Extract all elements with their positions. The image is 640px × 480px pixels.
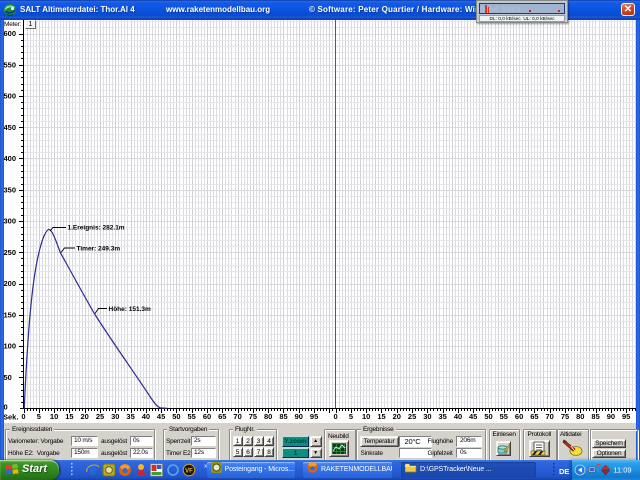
svg-text:350: 350	[4, 185, 17, 194]
svg-text:35: 35	[439, 412, 447, 421]
svg-text:15: 15	[65, 412, 73, 421]
svg-text:35: 35	[126, 412, 134, 421]
svg-text:75: 75	[561, 412, 569, 421]
svg-text:550: 550	[4, 60, 17, 69]
svg-text:40: 40	[454, 412, 462, 421]
svg-text:1.Ereignis: 282.1m: 1.Ereignis: 282.1m	[68, 225, 125, 232]
svg-text:0: 0	[4, 402, 8, 411]
svg-text:500: 500	[4, 92, 17, 101]
svg-text:70: 70	[546, 412, 554, 421]
svg-text:Höhe: 151.3m: Höhe: 151.3m	[109, 306, 151, 313]
svg-text:5: 5	[37, 412, 41, 421]
svg-text:70: 70	[233, 412, 241, 421]
svg-text:5: 5	[349, 412, 353, 421]
svg-text:75: 75	[249, 412, 257, 421]
svg-text:250: 250	[4, 248, 17, 257]
svg-text:85: 85	[279, 412, 287, 421]
svg-text:95: 95	[310, 412, 318, 421]
svg-text:600: 600	[4, 29, 17, 38]
svg-text:Timer: 249.3m: Timer: 249.3m	[77, 246, 121, 253]
svg-text:20: 20	[393, 412, 401, 421]
svg-text:90: 90	[295, 412, 303, 421]
svg-text:0: 0	[21, 412, 25, 421]
svg-text:60: 60	[515, 412, 523, 421]
svg-text:65: 65	[530, 412, 538, 421]
svg-text:50: 50	[172, 412, 180, 421]
svg-text:300: 300	[4, 217, 17, 226]
svg-text:95: 95	[622, 412, 630, 421]
svg-text:10: 10	[50, 412, 58, 421]
svg-text:60: 60	[203, 412, 211, 421]
svg-text:90: 90	[607, 412, 615, 421]
svg-text:55: 55	[500, 412, 508, 421]
svg-text:80: 80	[264, 412, 272, 421]
svg-text:25: 25	[96, 412, 104, 421]
svg-text:11:09: 11:09	[613, 466, 631, 475]
svg-text:450: 450	[4, 123, 17, 132]
svg-text:65: 65	[218, 412, 226, 421]
svg-text:100: 100	[4, 342, 17, 351]
svg-text:25: 25	[408, 412, 416, 421]
svg-text:400: 400	[4, 154, 17, 163]
svg-text:50: 50	[484, 412, 492, 421]
svg-text:Sek.: Sek.	[3, 413, 18, 422]
svg-text:30: 30	[111, 412, 119, 421]
svg-text:10: 10	[362, 412, 370, 421]
svg-text:30: 30	[423, 412, 431, 421]
svg-text:VF: VF	[185, 469, 193, 475]
svg-text:55: 55	[188, 412, 196, 421]
svg-text:15: 15	[377, 412, 385, 421]
svg-text:50: 50	[4, 373, 12, 382]
svg-text:80: 80	[576, 412, 584, 421]
svg-text:40: 40	[142, 412, 150, 421]
svg-text:85: 85	[591, 412, 599, 421]
svg-text:20: 20	[81, 412, 89, 421]
svg-text:200: 200	[4, 279, 17, 288]
svg-text:150: 150	[4, 310, 17, 319]
svg-text:45: 45	[469, 412, 477, 421]
svg-text:0: 0	[334, 412, 338, 421]
svg-text:45: 45	[157, 412, 165, 421]
